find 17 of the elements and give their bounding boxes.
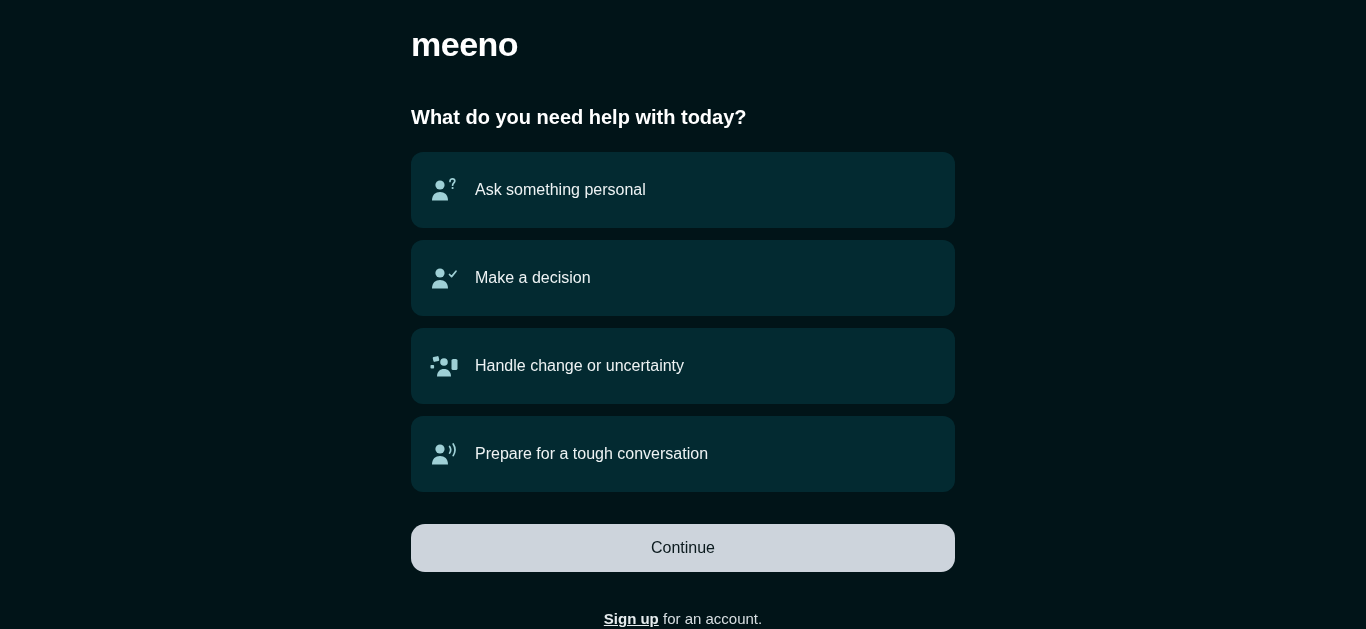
option-label: Handle change or uncertainty [475, 356, 685, 376]
help-option[interactable]: Make a decision [411, 240, 955, 316]
signup-link[interactable]: Sign up [603, 610, 659, 627]
help-option[interactable]: Prepare for a tough conversation [411, 416, 955, 492]
option-label: Make a decision [475, 268, 591, 288]
person-question-icon [430, 178, 458, 202]
meeno-logo: meeno [411, 27, 519, 61]
group-people-icon [430, 354, 458, 378]
person-check-icon [430, 266, 458, 290]
person-speaking-icon [430, 442, 458, 466]
option-label: Prepare for a tough conversation [475, 444, 709, 464]
signup-prompt: Sign up for an account. [602, 609, 764, 629]
help-option[interactable]: Handle change or uncertainty [411, 328, 955, 404]
option-label: Ask something personal [475, 180, 646, 200]
continue-button[interactable]: Continue [411, 524, 955, 572]
help-option[interactable]: Ask something personal [411, 152, 955, 228]
page-heading: What do you need help with today? [411, 105, 747, 130]
